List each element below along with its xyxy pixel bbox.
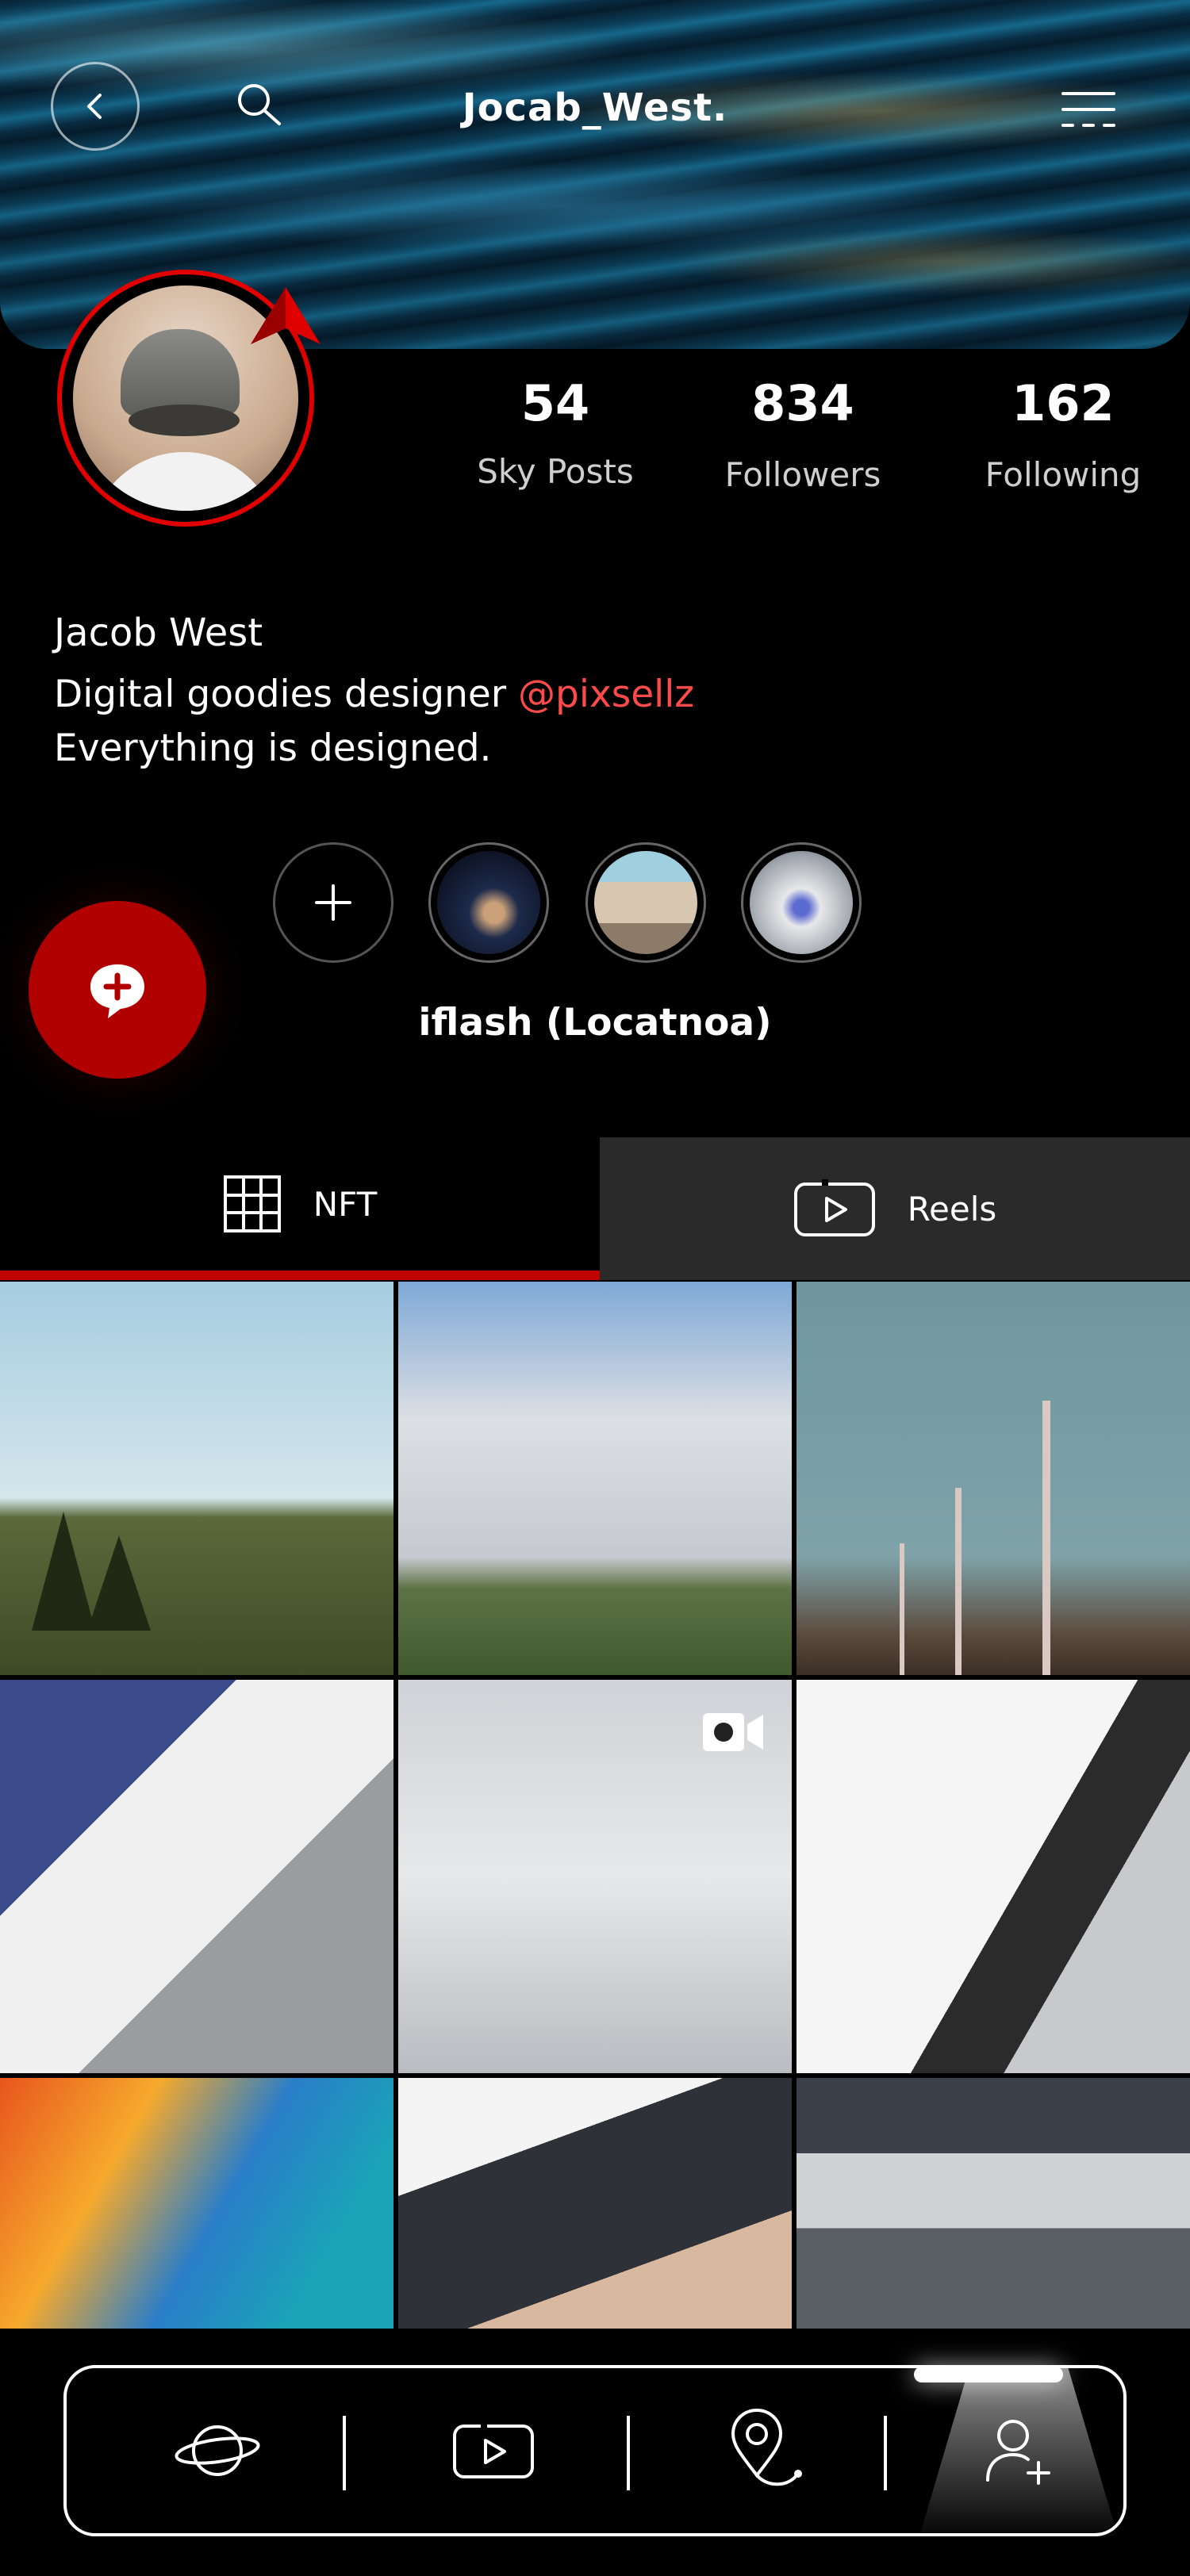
story-highlight[interactable] — [428, 842, 549, 963]
grid-icon — [223, 1175, 281, 1232]
highlight-thumbnail — [594, 851, 697, 954]
post-thumbnail[interactable] — [398, 1680, 792, 2073]
search-icon — [238, 84, 281, 125]
post-thumbnail[interactable] — [797, 2078, 1190, 2329]
arrow-badge-icon — [251, 287, 321, 344]
menu-icon — [1061, 92, 1115, 127]
nav-divider — [884, 2416, 887, 2490]
stat-posts-label: Sky Posts — [477, 452, 634, 491]
stat-following[interactable]: 162 Following — [968, 374, 1158, 495]
stat-following-value: 162 — [1012, 374, 1115, 432]
location-pin-icon — [731, 2408, 802, 2486]
highlight-thumbnail — [437, 851, 540, 954]
nav-explore[interactable] — [138, 2368, 297, 2533]
highlight-caption: iflash (Locatnoa) — [418, 1001, 772, 1045]
reels-icon — [453, 2421, 534, 2478]
nav-location[interactable] — [685, 2368, 844, 2533]
explore-planet-icon — [175, 2425, 260, 2476]
profile-name: Jacob West — [54, 611, 263, 655]
story-highlight[interactable] — [585, 842, 706, 963]
tab-reels-label: Reels — [907, 1189, 997, 1229]
menu-button[interactable] — [1060, 86, 1117, 133]
story-highlight[interactable] — [741, 842, 862, 963]
highlight-thumbnail — [750, 851, 853, 954]
stat-posts-value: 54 — [520, 374, 590, 432]
bio-mention-link[interactable]: @pixsellz — [518, 673, 694, 716]
nav-divider — [343, 2416, 346, 2490]
nav-divider — [627, 2416, 630, 2490]
stat-posts[interactable]: 54 Sky Posts — [460, 374, 651, 492]
add-highlight-button[interactable] — [273, 842, 393, 963]
reels-icon — [793, 1179, 875, 1236]
post-thumbnail[interactable] — [398, 2078, 792, 2329]
video-camera-icon — [703, 1713, 763, 1751]
post-thumbnail[interactable] — [398, 1282, 792, 1675]
nav-reels[interactable] — [414, 2368, 573, 2533]
stat-followers-label: Followers — [724, 455, 881, 494]
post-thumbnail[interactable] — [797, 1282, 1190, 1675]
bottom-nav-bar — [63, 2365, 1127, 2536]
tab-nft[interactable]: NFT — [0, 1137, 600, 1280]
bio-line-2: Everything is designed. — [54, 726, 492, 770]
active-nav-indicator — [914, 2367, 1063, 2382]
post-thumbnail[interactable] — [797, 1680, 1190, 2073]
add-user-icon — [986, 2420, 1050, 2485]
nav-add-user[interactable] — [939, 2368, 1098, 2533]
tab-nft-label: NFT — [313, 1184, 378, 1224]
bio-text: Digital goodies designer — [54, 673, 519, 716]
back-arrow-icon — [87, 94, 102, 119]
stat-following-label: Following — [985, 455, 1142, 494]
tab-reels[interactable]: Reels — [600, 1137, 1190, 1280]
search-button[interactable] — [232, 78, 287, 133]
stat-followers-value: 834 — [751, 374, 854, 432]
post-thumbnail[interactable] — [0, 1282, 393, 1675]
back-button[interactable] — [51, 62, 140, 151]
chat-plus-icon — [90, 964, 144, 1018]
profile-username-title: Jocab_West. — [462, 86, 728, 130]
stat-followers[interactable]: 834 Followers — [708, 374, 898, 495]
add-comment-button[interactable] — [29, 901, 206, 1079]
posts-grid — [0, 1282, 1190, 2329]
plus-icon — [315, 884, 351, 921]
post-thumbnail[interactable] — [0, 2078, 393, 2329]
bio-line-1: Digital goodies designer @pixsellz — [54, 673, 694, 716]
post-thumbnail[interactable] — [0, 1680, 393, 2073]
